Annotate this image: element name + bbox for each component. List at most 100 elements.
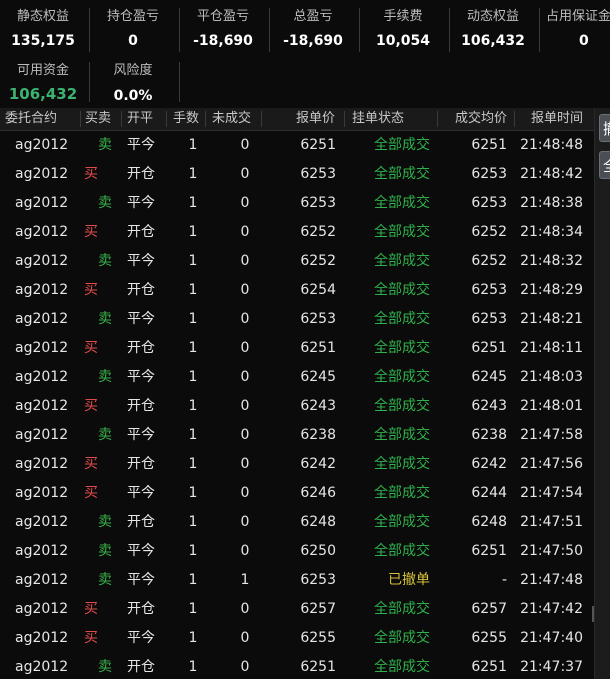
cell-side: 买 [84,456,98,472]
stat-value: 0 [128,33,138,49]
cancel-order-button[interactable]: 撤 [599,114,610,142]
cell-avg-price: - [501,572,507,588]
column-divider[interactable] [344,111,345,127]
cell-contract: ag2012 [15,137,69,153]
cell-contract: ag2012 [15,485,69,501]
cell-contract: ag2012 [15,543,69,559]
cell-avg-price: 6245 [471,369,507,385]
table-row[interactable]: ag2012 买 平今 1 0 6255 全部成交 6255 21:47:40 [0,624,594,653]
column-divider[interactable] [205,111,206,127]
cell-price: 6248 [300,514,336,530]
cell-qty: 1 [188,398,198,414]
table-row[interactable]: ag2012 卖平今 1 0 6238 全部成交 6238 21:47:58 [0,421,594,450]
column-header-qty[interactable]: 手数 [173,108,199,130]
cell-status: 全部成交 [374,282,430,298]
cell-price: 6251 [300,659,336,675]
cell-qty: 1 [188,166,198,182]
column-header-side[interactable]: 买卖 [85,108,111,130]
table-row[interactable]: ag2012 卖平今 1 0 6250 全部成交 6251 21:47:50 [0,537,594,566]
table-row[interactable]: ag2012 买 开仓 1 0 6242 全部成交 6242 21:47:56 [0,450,594,479]
stat-total-pnl: 总盈亏 -18,690 [270,9,356,50]
column-header-avg-price[interactable]: 成交均价 [455,108,507,130]
cell-openclose: 平今 [127,630,155,646]
cell-avg-price: 6252 [471,253,507,269]
cell-unfilled: 0 [240,340,250,356]
cell-openclose: 平今 [127,137,155,153]
table-row[interactable]: ag2012 买 开仓 1 0 6253 全部成交 6253 21:48:42 [0,160,594,189]
column-header-unfilled[interactable]: 未成交 [212,108,251,130]
cancel-all-button[interactable]: 全 [599,151,610,179]
column-header-openclose[interactable]: 开平 [127,108,153,130]
cell-openclose: 开仓 [127,601,155,617]
column-divider[interactable] [121,111,122,127]
cell-price: 6251 [300,137,336,153]
cell-time: 21:47:42 [520,601,583,617]
column-header-status[interactable]: 挂单状态 [352,108,404,130]
cell-avg-price: 6243 [471,398,507,414]
cell-openclose: 平今 [127,543,155,559]
table-row[interactable]: ag2012 买 开仓 1 0 6243 全部成交 6243 21:48:01 [0,392,594,421]
column-divider[interactable] [80,111,81,127]
stat-margin-used: 占用保证金 0 [546,9,610,50]
cell-openclose: 开仓 [127,340,155,356]
cell-unfilled: 0 [240,282,250,298]
table-row[interactable]: ag2012 买 开仓 1 0 6257 全部成交 6257 21:47:42 [0,595,594,624]
cell-qty: 1 [188,601,198,617]
column-divider[interactable] [261,111,262,127]
cell-unfilled: 0 [240,485,250,501]
cell-qty: 1 [188,630,198,646]
cell-contract: ag2012 [15,195,69,211]
table-row[interactable]: ag2012 卖平今 1 0 6245 全部成交 6245 21:48:03 [0,363,594,392]
table-row[interactable]: ag2012 卖平今 1 0 6252 全部成交 6252 21:48:32 [0,247,594,276]
cell-status: 全部成交 [374,369,430,385]
cell-status: 全部成交 [374,398,430,414]
cell-price: 6253 [300,166,336,182]
table-row[interactable]: ag2012 卖平今 1 0 6253 全部成交 6253 21:48:21 [0,305,594,334]
cell-openclose: 平今 [127,485,155,501]
cell-side: 买 [84,166,98,182]
table-row[interactable]: ag2012 卖平今 1 1 6253 已撤单 -21:47:48 [0,566,594,595]
column-divider[interactable] [514,111,515,127]
cell-unfilled: 0 [240,543,250,559]
cell-unfilled: 0 [240,311,250,327]
cell-price: 6252 [300,253,336,269]
cell-side: 卖 [98,514,112,530]
cell-status: 已撤单 [388,572,430,588]
cell-price: 6251 [300,340,336,356]
cell-time: 21:48:32 [520,253,583,269]
table-row[interactable]: ag2012 买 开仓 1 0 6251 全部成交 6251 21:48:11 [0,334,594,363]
table-row[interactable]: ag2012 卖开仓 1 0 6251 全部成交 6251 21:47:37 [0,653,594,679]
cell-time: 21:47:58 [520,427,583,443]
cell-time: 21:48:01 [520,398,583,414]
column-divider[interactable] [166,111,167,127]
column-header-contract[interactable]: 委托合约 [5,108,57,130]
cell-openclose: 开仓 [127,456,155,472]
cell-openclose: 开仓 [127,224,155,240]
cell-price: 6253 [300,311,336,327]
table-row[interactable]: ag2012 卖平今 1 0 6251 全部成交 6251 21:48:48 [0,131,594,160]
stat-close-pnl: 平仓盈亏 -18,690 [180,9,266,50]
column-header-price[interactable]: 报单价 [296,108,335,130]
column-divider[interactable] [437,111,438,127]
cell-openclose: 开仓 [127,166,155,182]
table-row[interactable]: ag2012 卖平今 1 0 6253 全部成交 6253 21:48:38 [0,189,594,218]
cell-status: 全部成交 [374,340,430,356]
cell-qty: 1 [188,514,198,530]
cell-unfilled: 0 [240,166,250,182]
cell-contract: ag2012 [15,311,69,327]
table-row[interactable]: ag2012 买 平今 1 0 6246 全部成交 6244 21:47:54 [0,479,594,508]
cell-time: 21:48:38 [520,195,583,211]
table-row[interactable]: ag2012 卖开仓 1 0 6248 全部成交 6248 21:47:51 [0,508,594,537]
column-header-time[interactable]: 报单时间 [531,108,583,130]
cell-contract: ag2012 [15,369,69,385]
cell-avg-price: 6238 [471,427,507,443]
cell-avg-price: 6251 [471,543,507,559]
cell-price: 6253 [300,572,336,588]
table-row[interactable]: ag2012 买 开仓 1 0 6252 全部成交 6252 21:48:34 [0,218,594,247]
cell-time: 21:47:48 [520,572,583,588]
cell-side: 卖 [98,195,112,211]
cell-contract: ag2012 [15,456,69,472]
table-row[interactable]: ag2012 买 开仓 1 0 6254 全部成交 6253 21:48:29 [0,276,594,305]
cell-time: 21:47:51 [520,514,583,530]
cell-price: 6242 [300,456,336,472]
